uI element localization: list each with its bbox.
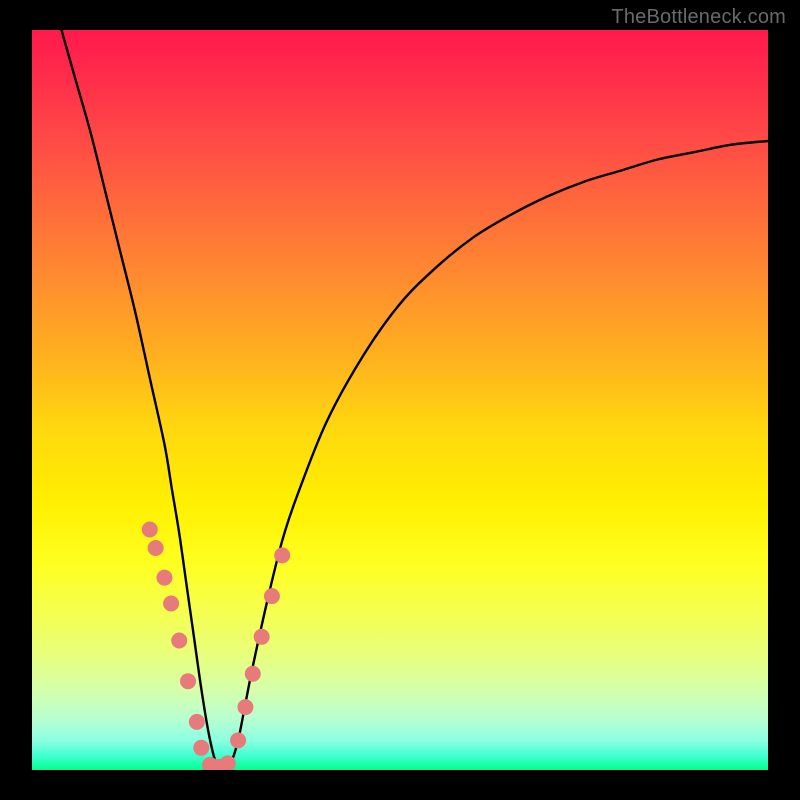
- highlight-dot: [163, 596, 179, 612]
- highlight-dot: [156, 570, 172, 586]
- bottleneck-curve: [61, 30, 768, 767]
- plot-area: [32, 30, 768, 770]
- chart-svg: [32, 30, 768, 770]
- highlight-dots: [142, 522, 290, 771]
- highlight-dot: [254, 629, 270, 645]
- highlight-dot: [180, 673, 196, 689]
- highlight-dot: [237, 699, 253, 715]
- chart-frame: TheBottleneck.com: [0, 0, 800, 800]
- highlight-dot: [171, 633, 187, 649]
- curve-path: [61, 30, 768, 767]
- highlight-dot: [230, 732, 246, 748]
- highlight-dot: [142, 522, 158, 538]
- highlight-dot: [189, 714, 205, 730]
- highlight-dot: [245, 666, 261, 682]
- highlight-dot: [264, 588, 280, 604]
- highlight-dot: [193, 740, 209, 756]
- highlight-dot: [148, 540, 164, 556]
- highlight-dot: [274, 547, 290, 563]
- watermark-text: TheBottleneck.com: [611, 6, 786, 29]
